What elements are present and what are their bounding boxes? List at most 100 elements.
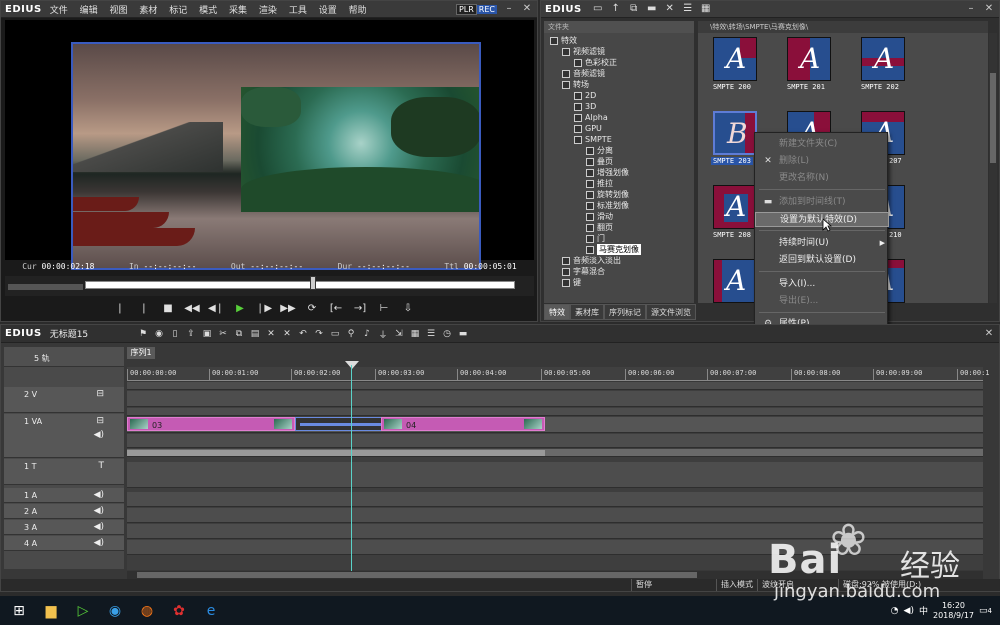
effect-thumb[interactable]: A: [713, 185, 757, 229]
effect-thumb[interactable]: A: [787, 37, 831, 81]
lane-2v[interactable]: [127, 391, 983, 407]
tree-node[interactable]: GPU: [574, 123, 602, 134]
firefox-icon[interactable]: ◍: [134, 599, 160, 623]
menu-render[interactable]: 渲染: [259, 6, 277, 16]
rec-toggle[interactable]: REC: [476, 4, 497, 14]
export-icon[interactable]: ⇲: [393, 329, 405, 339]
lane-1t[interactable]: [127, 462, 983, 488]
shuttle-slider[interactable]: [8, 284, 83, 290]
menu-reset-default[interactable]: 返回到默认设置(D): [755, 253, 889, 268]
tree-node[interactable]: 增强划像: [586, 167, 629, 178]
audio-mute-icon[interactable]: ♪: [361, 329, 373, 339]
time-ruler[interactable]: 00:00:00:00 00:00:01:00 00:00:02:00 00:0…: [127, 367, 990, 381]
track-audio-icon[interactable]: ◀): [94, 506, 104, 516]
network-icon[interactable]: ◔: [891, 606, 899, 616]
tab-effects[interactable]: 特效: [544, 304, 570, 320]
new-icon[interactable]: ▯: [169, 329, 181, 339]
edius-app-icon[interactable]: ▷: [70, 599, 96, 623]
timer-icon[interactable]: ◷: [441, 329, 453, 339]
tree-node[interactable]: 分离: [586, 145, 613, 156]
effect-thumb[interactable]: A: [713, 37, 757, 81]
sequence-tab[interactable]: 序列1: [127, 347, 155, 359]
menu-mode[interactable]: 模式: [199, 6, 217, 16]
tree-node[interactable]: 标准划像: [586, 200, 629, 211]
minimize-icon[interactable]: –: [503, 3, 515, 15]
stop-icon[interactable]: ■: [159, 302, 177, 316]
effect-thumb-selected[interactable]: B: [713, 111, 757, 155]
copy-icon[interactable]: ⧉: [233, 329, 245, 339]
track-2a[interactable]: 2 A ◀): [4, 504, 124, 519]
start-icon[interactable]: ⊞: [6, 599, 32, 623]
playhead-line[interactable]: [351, 365, 352, 571]
track-audio-icon[interactable]: ◀): [94, 522, 104, 532]
track-audio-icon[interactable]: ◀): [94, 538, 104, 548]
paste-icon[interactable]: ▤: [249, 329, 261, 339]
output-icon[interactable]: ⇩: [399, 302, 417, 316]
track-3a[interactable]: 3 A ◀): [4, 520, 124, 535]
menu-import[interactable]: 导入(I)...: [755, 277, 889, 292]
edge-icon[interactable]: e: [198, 599, 224, 623]
copy-icon[interactable]: ⧉: [626, 3, 642, 15]
effects-minimize-icon[interactable]: –: [965, 3, 977, 15]
tree-node[interactable]: 叠页: [586, 156, 613, 167]
tree-node[interactable]: 推拉: [586, 178, 613, 189]
tree-node[interactable]: 2D: [574, 90, 596, 101]
menu-file[interactable]: 文件: [50, 6, 68, 16]
lane-1a[interactable]: [127, 492, 983, 507]
mic-icon[interactable]: ⏚: [377, 328, 389, 341]
menu-delete[interactable]: ✕ 删除(L): [755, 154, 889, 169]
file-explorer-icon[interactable]: ▆: [38, 599, 64, 623]
play-icon[interactable]: ▶: [231, 302, 249, 316]
menu-settings[interactable]: 设置: [319, 6, 337, 16]
menu-capture[interactable]: 采集: [229, 6, 247, 16]
clock[interactable]: 16:20 2018/9/17: [933, 601, 974, 621]
add-cut-icon[interactable]: ▭: [329, 329, 341, 339]
track-audio-icon[interactable]: ◀): [94, 430, 104, 440]
set-out-icon[interactable]: ❘: [135, 302, 153, 316]
app-icon[interactable]: ✿: [166, 599, 192, 623]
fast-forward-icon[interactable]: ▶▶: [279, 302, 297, 316]
tree-node[interactable]: 视频滤镜: [562, 46, 605, 57]
menu-rename[interactable]: 更改名称(N): [755, 171, 889, 186]
tab-sequence-markers[interactable]: 序列标记: [604, 304, 646, 320]
delete-icon[interactable]: ✕: [281, 329, 293, 339]
mode-icon[interactable]: ⚑: [137, 329, 149, 339]
redo-icon[interactable]: ↷: [313, 329, 325, 339]
lane-3a[interactable]: [127, 524, 983, 539]
timeline-scrollbar[interactable]: [127, 571, 983, 579]
plr-toggle[interactable]: PLR: [455, 3, 477, 15]
menu-help[interactable]: 帮助: [349, 6, 367, 16]
tree-node[interactable]: 特效: [550, 35, 577, 46]
loop-icon[interactable]: ⟳: [303, 302, 321, 316]
tab-bin[interactable]: 素材库: [570, 304, 604, 320]
view-icon[interactable]: ▦: [698, 3, 714, 15]
volume-icon[interactable]: ◀): [904, 606, 914, 616]
effect-thumb[interactable]: A: [713, 259, 757, 303]
track-1a[interactable]: 1 A ◀): [4, 488, 124, 503]
folder-icon[interactable]: ▭: [590, 3, 606, 15]
notification-icon[interactable]: ▭4: [979, 606, 992, 616]
track-count[interactable]: 5 轨: [34, 353, 50, 364]
delete-icon[interactable]: ✕: [662, 3, 678, 15]
mixer-icon[interactable]: ☰: [425, 329, 437, 339]
up-folder-icon[interactable]: ↑: [608, 3, 624, 15]
playhead-marker-icon[interactable]: [345, 361, 359, 369]
transition-clip[interactable]: [295, 417, 385, 431]
split-icon[interactable]: ⊢: [375, 302, 393, 316]
tree-node[interactable]: 键: [562, 277, 581, 288]
track-audio-icon[interactable]: ◀): [94, 490, 104, 500]
menu-edit[interactable]: 编辑: [80, 6, 98, 16]
track-2v[interactable]: 2 V ⊟: [4, 387, 124, 413]
step-forward-icon[interactable]: ❘▶: [255, 302, 273, 316]
tree-node[interactable]: 音频淡入淡出: [562, 255, 621, 266]
undo-icon[interactable]: ↶: [297, 329, 309, 339]
cut-icon[interactable]: ✂: [217, 329, 229, 339]
tree-node[interactable]: SMPTE: [574, 134, 612, 145]
marker-icon[interactable]: ⚲: [345, 329, 357, 339]
tree-node[interactable]: Alpha: [574, 112, 608, 123]
title-track-icon[interactable]: T: [99, 461, 105, 471]
menu-export[interactable]: 导出(E)...: [755, 294, 889, 309]
menu-marker[interactable]: 标记: [169, 6, 187, 16]
menu-clip[interactable]: 素材: [139, 6, 157, 16]
menu-add-to-timeline[interactable]: ▬ 添加到时间线(T): [755, 195, 889, 210]
